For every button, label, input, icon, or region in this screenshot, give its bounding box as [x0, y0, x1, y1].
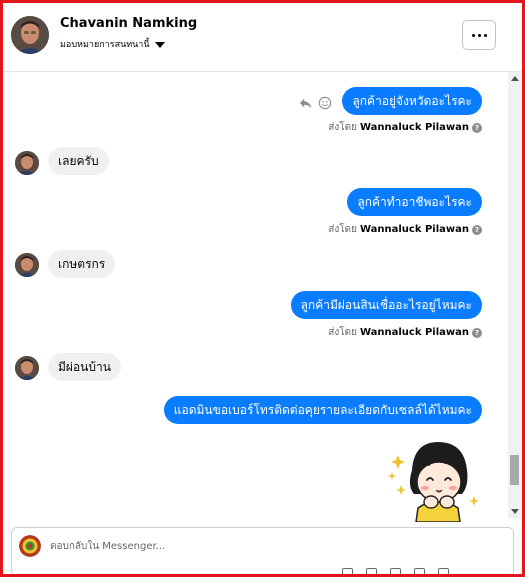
contact-avatar[interactable]: [11, 16, 49, 54]
caret-down-icon: [154, 41, 165, 48]
composer-toolbar: [342, 568, 449, 574]
incoming-message[interactable]: เลยครับ: [48, 147, 109, 175]
incoming-message[interactable]: เกษตรกร: [48, 250, 116, 278]
scroll-up-icon[interactable]: [511, 76, 519, 81]
sticker-icon[interactable]: [414, 568, 425, 574]
contact-name[interactable]: Chavanin Namking: [60, 16, 197, 31]
sent-by-name: Wannaluck Pilawan: [359, 122, 469, 133]
outgoing-message[interactable]: แอดมินขอเบอร์โทรติดต่อคุยรายละเอียดกับเซ…: [163, 396, 482, 424]
sent-by-prefix: ส่งโดย: [328, 327, 357, 338]
dot-icon: [471, 33, 475, 37]
more-options-button[interactable]: [462, 20, 496, 50]
outgoing-message[interactable]: ลูกค้าอยู่จังหวัดอะไรคะ: [342, 87, 482, 115]
contact-avatar-small: [15, 356, 39, 380]
sent-by-label: ส่งโดย Wannaluck Pilawan ?: [328, 222, 482, 237]
smiley-icon[interactable]: [318, 96, 332, 110]
outgoing-message[interactable]: ลูกค้าทำอาชีพอะไรคะ: [347, 188, 482, 216]
emoji-icon[interactable]: [342, 568, 353, 574]
reply-input[interactable]: [50, 537, 450, 555]
scroll-down-icon[interactable]: [511, 509, 519, 514]
page-avatar: [19, 535, 41, 557]
app-frame: Chavanin Namking มอบหมายการสนทนานี้ ลูกค…: [0, 0, 525, 577]
girl-sticker[interactable]: [385, 440, 483, 522]
contact-avatar-small: [15, 253, 39, 277]
dot-icon: [477, 33, 481, 37]
dot-icon: [483, 33, 487, 37]
conversation-header: Chavanin Namking มอบหมายการสนทนานี้: [3, 3, 522, 72]
assign-conversation-dropdown[interactable]: มอบหมายการสนทนานี้: [60, 37, 165, 51]
help-icon[interactable]: ?: [472, 327, 482, 338]
help-icon[interactable]: ?: [472, 122, 482, 133]
outgoing-message[interactable]: ลูกค้ามีผ่อนสินเชื่ออะไรอยู่ไหมคะ: [290, 291, 482, 319]
like-icon[interactable]: [438, 568, 449, 574]
incoming-message[interactable]: มีผ่อนบ้าน: [48, 353, 121, 381]
message-actions: [299, 96, 332, 110]
sent-by-prefix: ส่งโดย: [328, 122, 357, 133]
help-icon[interactable]: ?: [472, 224, 482, 235]
scroll-thumb[interactable]: [510, 455, 519, 485]
sent-by-name: Wannaluck Pilawan: [359, 224, 469, 235]
attachment-icon[interactable]: [366, 568, 377, 574]
sent-by-prefix: ส่งโดย: [328, 224, 357, 235]
gif-icon[interactable]: [390, 568, 401, 574]
sent-by-name: Wannaluck Pilawan: [359, 327, 469, 338]
reply-composer: [11, 527, 514, 574]
sent-by-label: ส่งโดย Wannaluck Pilawan ?: [328, 325, 482, 340]
sent-by-label: ส่งโดย Wannaluck Pilawan ?: [328, 120, 482, 135]
reply-icon[interactable]: [299, 96, 313, 110]
contact-avatar-small: [15, 151, 39, 175]
assign-conversation-label: มอบหมายการสนทนานี้: [60, 40, 150, 50]
message-scrollbar[interactable]: [508, 72, 521, 518]
